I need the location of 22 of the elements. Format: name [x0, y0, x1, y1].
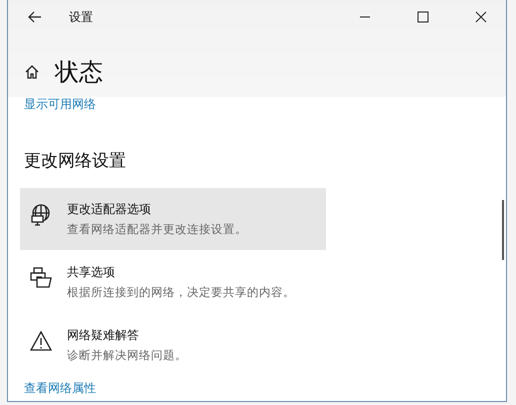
globe-monitor-icon [30, 204, 52, 226]
show-networks-link[interactable]: 显示可用网络 [24, 96, 506, 113]
item-title: 网络疑难解答 [67, 327, 140, 344]
settings-item[interactable]: 更改适配器选项 查看网络适配器并更改连接设置。 [20, 188, 326, 250]
item-title: 更改适配器选项 [67, 201, 152, 218]
close-icon[interactable] [475, 11, 487, 23]
settings-item[interactable]: 共享选项 根据所连接到的网络，决定要共享的内容。 [20, 251, 326, 313]
section-heading: 更改网络设置 [24, 150, 127, 172]
item-description: 根据所连接到的网络，决定要共享的内容。 [67, 285, 295, 300]
back-arrow-icon[interactable] [28, 11, 42, 23]
window-title: 设置 [69, 8, 93, 26]
printer-folder-icon [30, 267, 52, 289]
maximize-icon[interactable] [417, 11, 429, 23]
item-description: 查看网络适配器并更改连接设置。 [67, 222, 247, 237]
page-title: 状态 [55, 57, 103, 88]
item-title: 共享选项 [67, 264, 116, 281]
home-icon[interactable] [24, 64, 40, 80]
network-properties-link[interactable]: 查看网络属性 [24, 380, 506, 397]
item-description: 诊断并解决网络问题。 [67, 348, 187, 363]
settings-item[interactable]: 网络疑难解答 诊断并解决网络问题。 [20, 314, 326, 376]
scrollbar[interactable] [502, 200, 504, 260]
warning-icon [30, 330, 52, 352]
